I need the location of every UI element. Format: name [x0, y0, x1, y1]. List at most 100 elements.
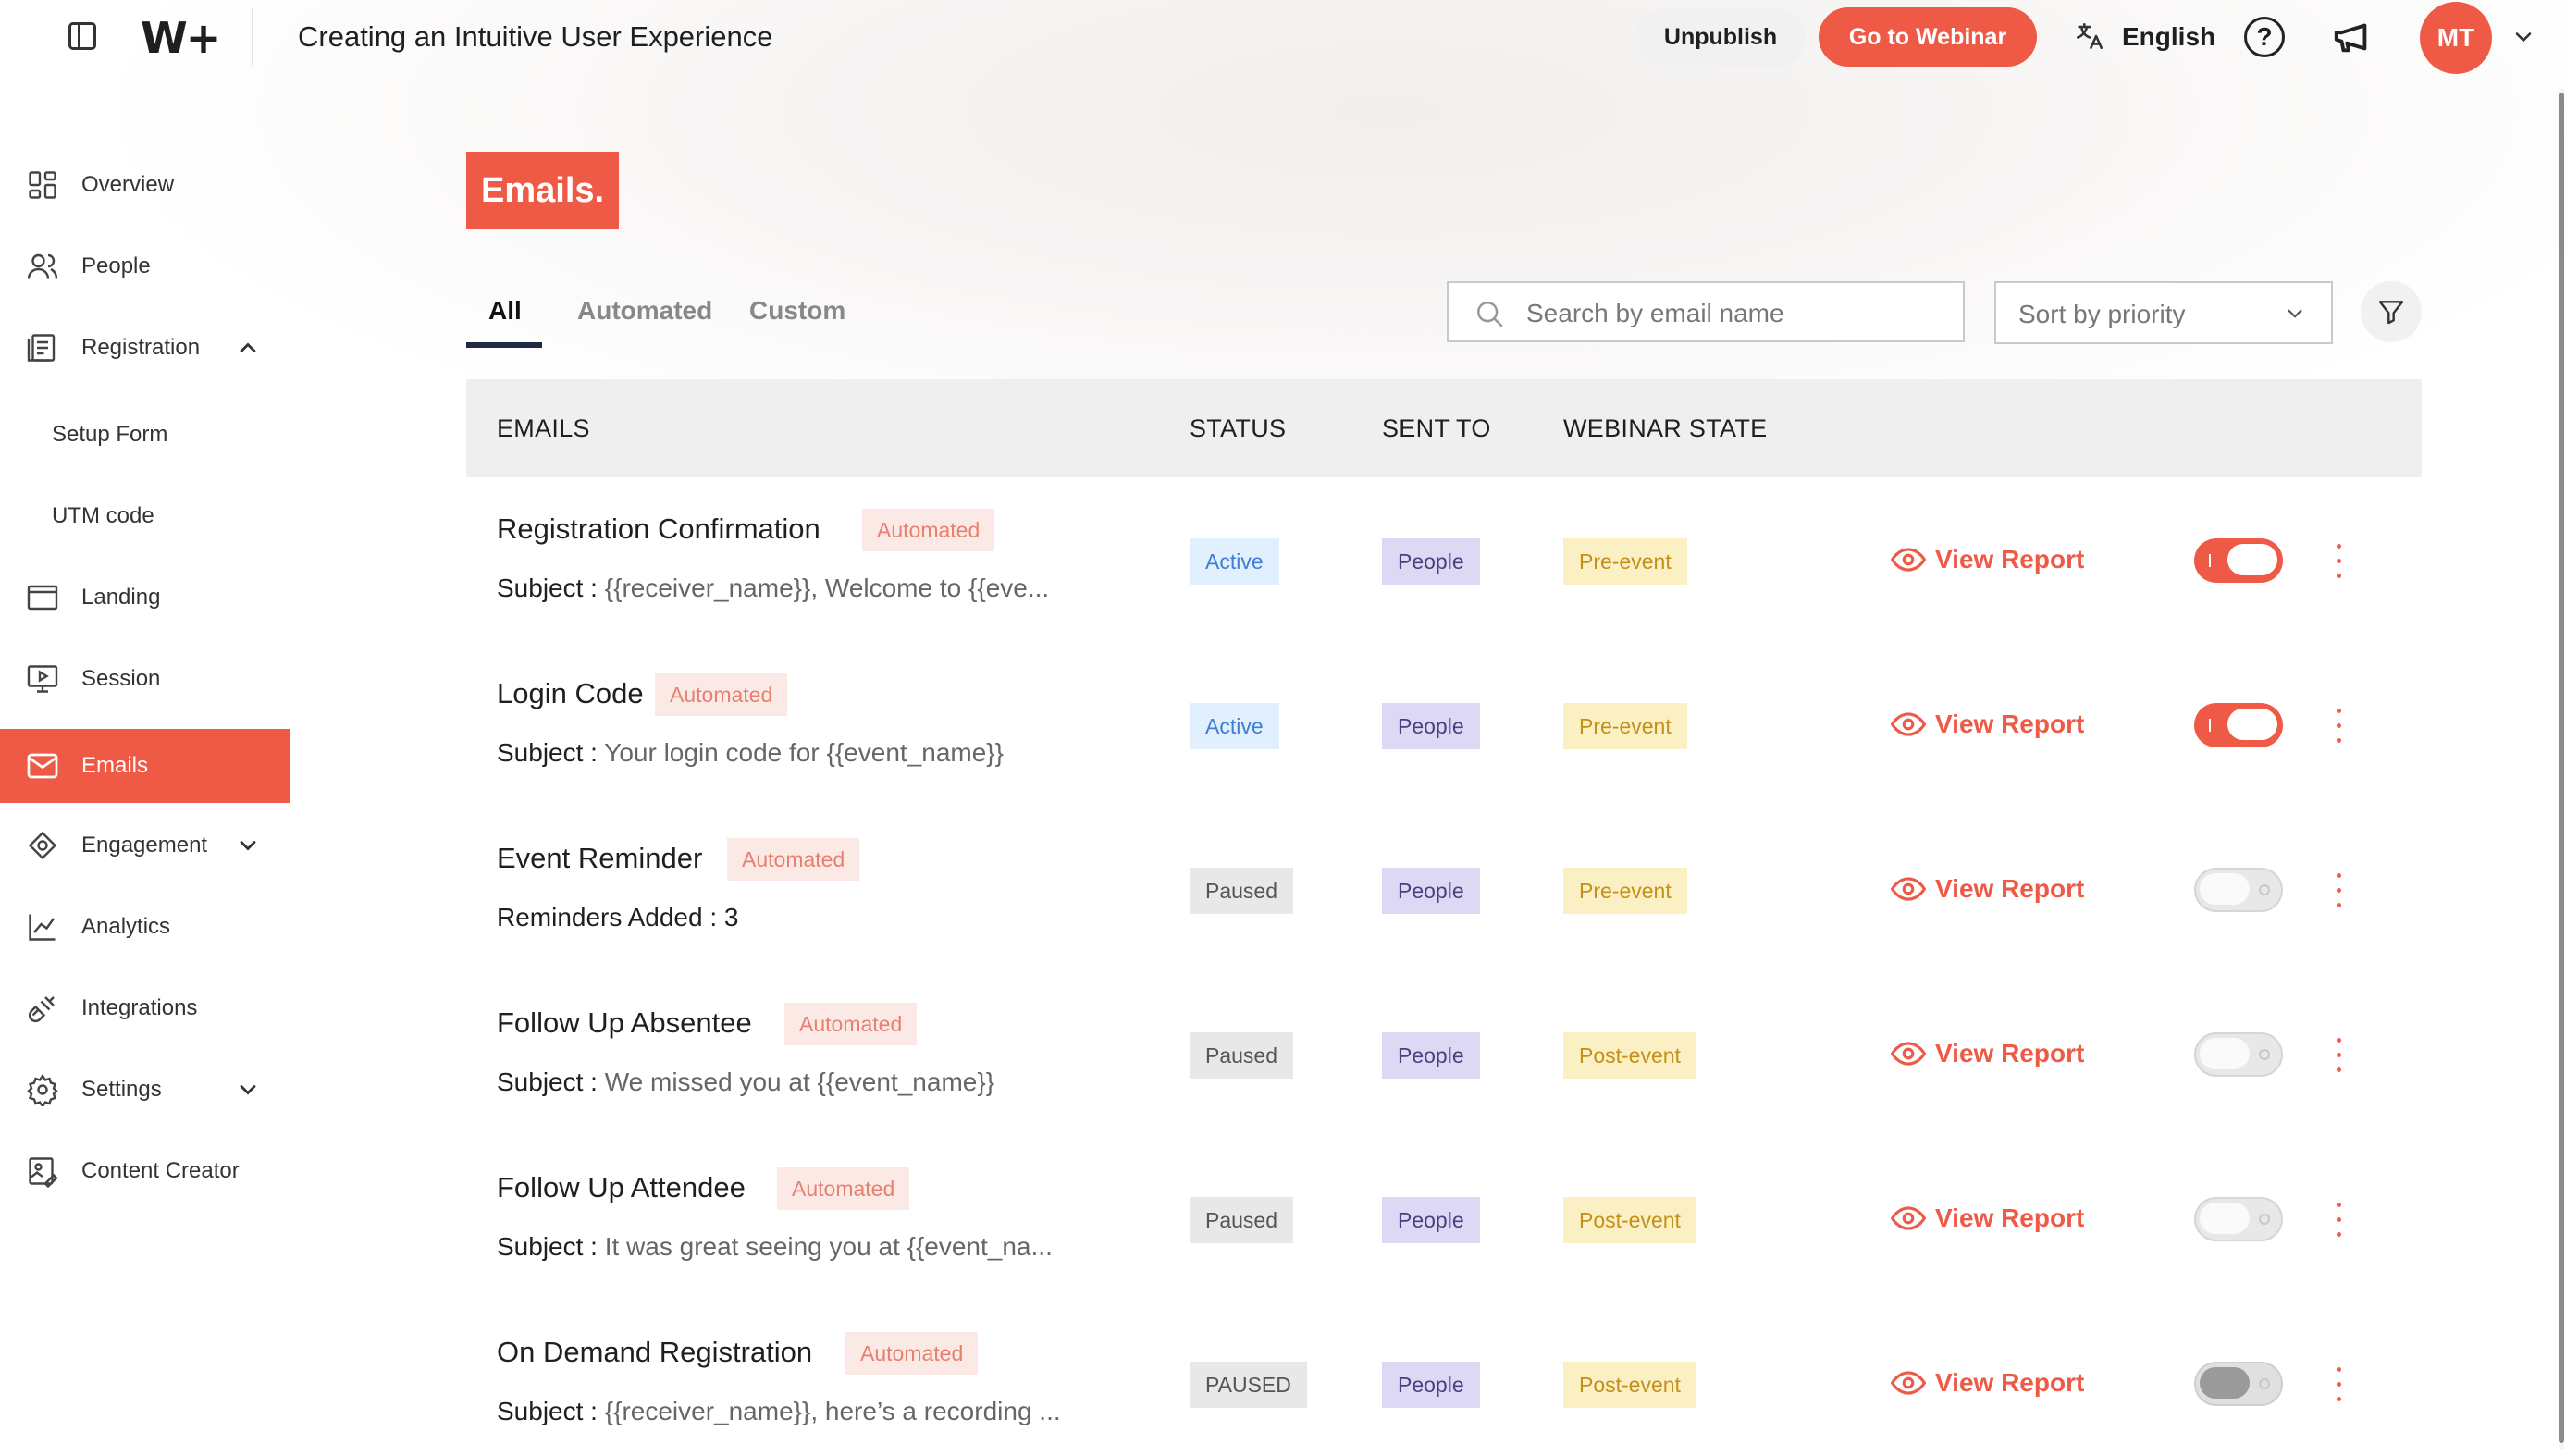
webinar-title: Creating an Intuitive User Experience	[298, 20, 773, 53]
tab-custom[interactable]: Custom	[749, 296, 845, 326]
email-name[interactable]: Follow Up Attendee	[497, 1171, 746, 1204]
more-options-icon[interactable]	[2329, 538, 2348, 585]
help-icon[interactable]: ?	[2244, 17, 2285, 57]
enable-toggle[interactable]	[2194, 1032, 2283, 1077]
table-row[interactable]: On Demand Registration Automated Subject…	[466, 1301, 2422, 1456]
eye-icon	[1891, 877, 1926, 901]
sidebar-item-utm-code[interactable]: UTM code	[0, 479, 290, 553]
more-options-icon[interactable]	[2329, 1362, 2348, 1408]
unpublish-button[interactable]: Unpublish	[1635, 7, 1806, 67]
sent-to-badge: People	[1382, 1032, 1480, 1079]
status-badge: Paused	[1190, 868, 1294, 914]
subject-value: {{receiver_name}}, Welcome to {{eve...	[604, 574, 1050, 602]
go-to-webinar-button[interactable]: Go to Webinar	[1819, 7, 2037, 67]
subject-label: Subject :	[497, 1067, 598, 1096]
view-report-link[interactable]: View Report	[1891, 1365, 2084, 1400]
email-name[interactable]: Login Code	[497, 677, 644, 710]
more-options-icon[interactable]	[2329, 703, 2348, 749]
subject-label: Subject :	[497, 738, 598, 767]
view-report-link[interactable]: View Report	[1891, 542, 2084, 577]
eye-icon	[1891, 712, 1926, 736]
view-report-link[interactable]: View Report	[1891, 707, 2084, 742]
subject-label: Subject :	[497, 1232, 598, 1261]
filter-button[interactable]	[2361, 281, 2422, 342]
view-report-link[interactable]: View Report	[1891, 1036, 2084, 1071]
sidebar-item-settings[interactable]: Settings	[0, 1053, 290, 1127]
subject-value: {{receiver_name}}, here’s a recording ..…	[604, 1397, 1061, 1425]
eye-icon	[1891, 548, 1926, 572]
sidebar-item-analytics[interactable]: Analytics	[0, 890, 290, 964]
view-report-link[interactable]: View Report	[1891, 871, 2084, 907]
tab-all[interactable]: All	[488, 296, 522, 326]
sidebar-item-registration[interactable]: Registration	[0, 311, 290, 385]
chevron-down-icon[interactable]	[2510, 24, 2536, 50]
view-report-label: View Report	[1935, 545, 2085, 574]
sidebar-item-label: Content Creator	[81, 1158, 240, 1183]
email-subject: Reminders Added : 3	[497, 903, 739, 932]
sidebar-item-overview[interactable]: Overview	[0, 148, 290, 222]
sidebar-item-integrations[interactable]: Integrations	[0, 971, 290, 1045]
more-options-icon[interactable]	[2329, 1197, 2348, 1243]
automated-badge: Automated	[655, 673, 788, 716]
megaphone-icon[interactable]	[2331, 15, 2377, 61]
table-row[interactable]: Follow Up Absentee Automated Subject : W…	[466, 971, 2422, 1136]
table-row[interactable]: Follow Up Attendee Automated Subject : I…	[466, 1136, 2422, 1301]
automated-badge: Automated	[727, 838, 860, 881]
chevron-down-icon[interactable]	[235, 1077, 261, 1103]
more-options-icon[interactable]	[2329, 868, 2348, 914]
sidebar-item-label: Settings	[81, 1077, 162, 1102]
search-input[interactable]: Search by email name	[1447, 281, 1965, 342]
page-title: Emails.	[466, 152, 620, 229]
email-name[interactable]: On Demand Registration	[497, 1336, 812, 1369]
sidebar-item-label: Engagement	[81, 833, 208, 858]
translate-icon[interactable]	[2074, 20, 2105, 59]
view-report-link[interactable]: View Report	[1891, 1201, 2084, 1236]
sidebar-item-emails[interactable]: Emails	[0, 729, 290, 803]
sidebar-item-label: People	[81, 253, 151, 278]
chevron-down-icon[interactable]	[235, 833, 261, 858]
enable-toggle[interactable]	[2194, 538, 2283, 583]
email-subject: Subject : Your login code for {{event_na…	[497, 738, 1004, 768]
automated-badge: Automated	[862, 509, 995, 551]
enable-toggle[interactable]	[2194, 1362, 2283, 1406]
subject-value: Your login code for {{event_name}}	[604, 738, 1004, 767]
language-selector[interactable]: English	[2122, 22, 2215, 52]
enable-toggle[interactable]	[2194, 1197, 2283, 1241]
sidebar-item-engagement[interactable]: Engagement	[0, 808, 290, 882]
more-options-icon[interactable]	[2329, 1032, 2348, 1079]
eye-icon	[1891, 1042, 1926, 1066]
email-name[interactable]: Registration Confirmation	[497, 512, 820, 546]
sidebar-item-people[interactable]: People	[0, 229, 290, 303]
sort-select[interactable]: Sort by priority	[1994, 281, 2333, 344]
sidebar-item-setup-form[interactable]: Setup Form	[0, 398, 290, 472]
email-name[interactable]: Follow Up Absentee	[497, 1006, 752, 1040]
form-icon	[27, 334, 56, 362]
status-badge: Paused	[1190, 1197, 1294, 1243]
sidebar-item-content-creator[interactable]: Content Creator	[0, 1134, 290, 1208]
column-header-emails: EMAILS	[497, 414, 590, 442]
view-report-label: View Report	[1935, 709, 2085, 738]
enable-toggle[interactable]	[2194, 868, 2283, 912]
table-row[interactable]: Event Reminder Automated Reminders Added…	[466, 807, 2422, 971]
filter-icon	[2378, 301, 2404, 325]
table-row[interactable]: Login Code Automated Subject : Your logi…	[466, 642, 2422, 807]
email-subject: Subject : It was great seeing you at {{e…	[497, 1232, 1053, 1262]
email-name[interactable]: Event Reminder	[497, 842, 702, 875]
gear-icon	[27, 1073, 58, 1106]
eye-icon	[1891, 1371, 1926, 1395]
table-row[interactable]: Registration Confirmation Automated Subj…	[466, 477, 2422, 642]
app-logo[interactable]: W+	[141, 13, 221, 63]
plug-icon	[29, 996, 55, 1022]
sidebar-toggle-icon[interactable]	[68, 22, 96, 50]
enable-toggle[interactable]	[2194, 703, 2283, 747]
scrollbar-thumb[interactable]	[2559, 93, 2564, 1443]
sent-to-badge: People	[1382, 538, 1480, 585]
tab-automated[interactable]: Automated	[577, 296, 712, 326]
user-avatar[interactable]: MT	[2420, 2, 2492, 74]
sidebar-item-session[interactable]: Session	[0, 642, 290, 716]
sidebar-item-landing[interactable]: Landing	[0, 561, 290, 635]
chevron-up-icon[interactable]	[235, 335, 261, 361]
column-header-webinar-state: WEBINAR STATE	[1563, 414, 1768, 442]
column-header-status: STATUS	[1190, 414, 1287, 442]
subject-label: Subject :	[497, 574, 598, 602]
